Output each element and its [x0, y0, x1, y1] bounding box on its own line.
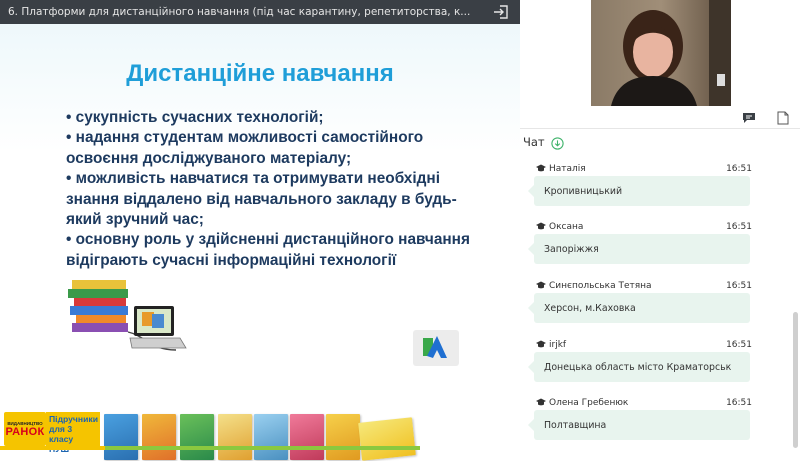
graduation-cap-icon [536, 281, 546, 289]
message-author: Оксана [549, 222, 584, 232]
textbook-cover [290, 414, 324, 460]
message-author: Синєпольська Тетяна [549, 281, 652, 291]
message-meta: irjkf 16:51 [536, 340, 752, 352]
message-author: Наталія [549, 164, 586, 174]
laptop-illustration [129, 306, 187, 349]
banner-tagline: Підручники для 3 класу НУШ [46, 412, 100, 454]
message-time: 16:51 [726, 164, 752, 174]
tagline-line: для 3 класу [49, 424, 74, 444]
message-meta: Наталія 16:51 [536, 164, 752, 176]
textbook-cover [358, 417, 416, 461]
ranok-logo: ВИДАВНИЦТВО РАНОК [4, 412, 46, 446]
slide-bullets: • сукупність сучасних технологій; • нада… [66, 108, 476, 271]
message-text: Донецька область місто Краматорськ [528, 352, 750, 382]
message-time: 16:51 [726, 281, 752, 291]
chat-message: Олена Гребенюк 16:51 Полтавщина [520, 392, 790, 450]
bullet-item: • сукупність сучасних технологій; [66, 109, 324, 126]
chat-message: Наталія 16:51 Кропивницький [520, 158, 790, 216]
graduation-cap-icon [536, 222, 546, 230]
chat-header: Чат [520, 128, 800, 154]
bullet-item: • можливість навчатися та отримувати нео… [66, 170, 457, 229]
message-text: Кропивницький [528, 176, 750, 206]
publisher-name: РАНОК [5, 425, 45, 438]
graduation-cap-icon [536, 340, 546, 348]
textbook-cover [218, 414, 252, 460]
message-time: 16:51 [726, 340, 752, 350]
message-meta: Оксана 16:51 [536, 222, 752, 234]
message-author: irjkf [549, 340, 567, 350]
chat-messages[interactable]: Наталія 16:51 Кропивницький Оксана 16:51… [520, 158, 790, 450]
message-time: 16:51 [726, 398, 752, 408]
banner-strip [0, 446, 420, 450]
webcam-video[interactable] [591, 0, 731, 106]
chat-title: Чат [523, 134, 545, 149]
chat-bubble-icon[interactable] [741, 110, 757, 126]
message-text: Полтавщина [528, 410, 750, 440]
slide-title: Дистанційне навчання [126, 60, 394, 87]
panel-toolbar [520, 108, 800, 128]
da-logo [413, 330, 459, 366]
publisher-banner: ВИДАВНИЦТВО РАНОК Підручники для 3 класу… [0, 390, 420, 461]
message-meta: Синєпольська Тетяна 16:51 [536, 281, 752, 293]
message-meta: Олена Гребенюк 16:51 [536, 398, 752, 410]
message-time: 16:51 [726, 222, 752, 232]
textbook-cover [104, 414, 138, 460]
chat-message: Оксана 16:51 Запоріжжя [520, 216, 790, 274]
presentation-title: 6. Платформи для дистанційного навчання … [8, 6, 471, 18]
chat-message: Синєпольська Тетяна 16:51 Херсон, м.Кахо… [520, 275, 790, 333]
textbook-cover [180, 414, 214, 460]
message-text: Запоріжжя [528, 234, 750, 264]
slide: Дистанційне навчання • сукупність сучасн… [0, 24, 520, 461]
download-icon[interactable] [550, 135, 564, 150]
chat-message: irjkf 16:51 Донецька область місто Крама… [520, 334, 790, 392]
chat-scrollbar[interactable] [793, 312, 798, 448]
graduation-cap-icon [536, 164, 546, 172]
presentation-title-bar: 6. Платформи для дистанційного навчання … [0, 0, 520, 24]
exit-fullscreen-icon[interactable] [488, 0, 514, 24]
tagline-line: Підручники [49, 414, 98, 424]
textbook-cover [254, 414, 288, 460]
textbook-cover [326, 414, 360, 460]
document-icon[interactable] [775, 110, 791, 126]
graduation-cap-icon [536, 398, 546, 406]
bullet-item: • надання студентам можливості самостійн… [66, 129, 424, 167]
presentation-panel: 6. Платформи для дистанційного навчання … [0, 0, 520, 461]
side-panel: Чат Наталія 16:51 Кропивницький Оксана 1… [520, 0, 800, 450]
bullet-item: • основну роль у здійсненні дистанційног… [66, 231, 470, 269]
message-author: Олена Гребенюк [549, 398, 629, 408]
message-text: Херсон, м.Каховка [528, 293, 750, 323]
textbook-cover [142, 414, 176, 460]
